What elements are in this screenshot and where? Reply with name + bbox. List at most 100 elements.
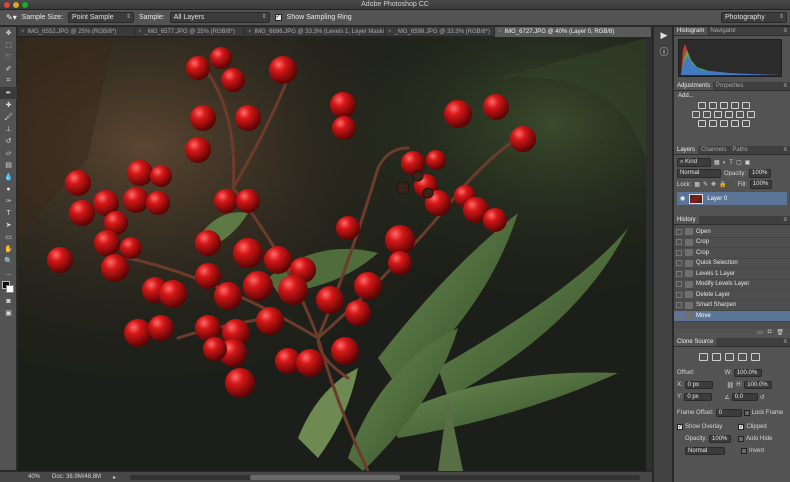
info-icon[interactable]: ⓘ [654, 43, 674, 59]
brush-tool-icon[interactable]: 🖌 [0, 111, 17, 123]
vertical-scrollbar[interactable] [646, 38, 652, 471]
zoom-level[interactable]: 40% [28, 474, 40, 480]
history-item[interactable]: Crop [674, 238, 790, 248]
blur-tool-icon[interactable]: 💧 [0, 171, 17, 183]
close-icon[interactable]: × [138, 27, 142, 37]
doc-tab[interactable]: × _MG_6599.JPG @ 33.3% (RGB/8*) [385, 27, 495, 37]
reset-transform-icon[interactable]: ↺ [760, 394, 765, 401]
tab-layers[interactable]: Layers [674, 146, 699, 154]
filter-pixel-icon[interactable]: ▦ [714, 159, 720, 166]
levels-adjustment-icon[interactable] [709, 102, 717, 109]
history-source-box[interactable] [676, 302, 682, 309]
crop-tool-icon[interactable]: ⌗ [0, 75, 17, 87]
extra-tools-icon[interactable]: … [0, 267, 17, 279]
filter-type-icon[interactable]: T [729, 160, 733, 166]
history-brush-tool-icon[interactable]: ↺ [0, 135, 17, 147]
brightness-adjustment-icon[interactable] [698, 102, 706, 109]
new-document-from-state-icon[interactable]: ▭ [757, 329, 763, 338]
history-item-selected[interactable]: Move [674, 311, 790, 322]
tab-history[interactable]: History [674, 216, 699, 224]
height-field[interactable]: 100.0% [744, 381, 773, 389]
tab-histogram[interactable]: Histogram [674, 27, 708, 35]
show-sampling-ring-checkbox[interactable]: ✓ [274, 14, 282, 21]
screen-mode-icon[interactable]: ▣ [0, 307, 17, 319]
scroll-thumb[interactable] [250, 475, 400, 480]
panel-menu-icon[interactable]: ≡ [783, 146, 787, 155]
healing-brush-tool-icon[interactable]: ✚ [0, 99, 17, 111]
layer-filter-select[interactable]: ⌕ Kind [677, 158, 711, 167]
history-source-box[interactable] [676, 281, 682, 288]
clone-source-2-icon[interactable] [712, 353, 721, 361]
lock-all-icon[interactable]: 🔒 [719, 181, 726, 188]
move-tool-icon[interactable]: ✥ [0, 27, 17, 39]
clone-source-4-icon[interactable] [738, 353, 747, 361]
zoom-tool-icon[interactable]: 🔍 [0, 255, 17, 267]
filter-smart-object-icon[interactable]: ▣ [745, 159, 751, 166]
history-source-box[interactable] [676, 239, 682, 246]
fill-field[interactable]: 100% [749, 180, 772, 189]
color-lookup-adjustment-icon[interactable] [747, 111, 755, 118]
quick-selection-tool-icon[interactable]: ✐ [0, 63, 17, 75]
lasso-tool-icon[interactable]: ➰ [0, 51, 17, 63]
show-overlay-checkbox[interactable]: ✓ [677, 424, 683, 430]
history-item[interactable]: Delete Layer [674, 290, 790, 301]
workspace-select[interactable]: Photography ⇕ [721, 12, 787, 23]
tab-paths[interactable]: Paths [729, 146, 750, 154]
clipped-checkbox[interactable]: ✓ [738, 424, 745, 430]
doc-tab[interactable]: × _MG_6577.JPG @ 25% (RGB/8*) [135, 27, 245, 37]
history-item[interactable]: Modify Levels Layer [674, 280, 790, 290]
color-balance-adjustment-icon[interactable] [703, 111, 711, 118]
exposure-adjustment-icon[interactable] [731, 102, 739, 109]
filter-shape-icon[interactable]: ▢ [736, 159, 742, 166]
invert-adjustment-icon[interactable] [698, 120, 706, 127]
sample-select[interactable]: All Layers ⇕ [169, 12, 270, 23]
panel-menu-icon[interactable]: ≡ [783, 216, 787, 225]
clone-source-5-icon[interactable] [751, 353, 760, 361]
tab-properties[interactable]: Properties [713, 82, 746, 90]
x-offset-field[interactable]: 0 px [684, 381, 713, 389]
hue-saturation-adjustment-icon[interactable] [692, 111, 700, 118]
close-icon[interactable]: × [498, 27, 502, 37]
y-offset-field[interactable]: 0 px [684, 393, 713, 401]
frame-offset-field[interactable]: 0 [715, 409, 742, 417]
status-menu-icon[interactable]: ▸ [113, 474, 116, 481]
eyedropper-tool-preset-icon[interactable]: ✎▾ [6, 13, 17, 22]
history-item[interactable]: Open [674, 227, 790, 238]
lock-position-icon[interactable]: ✥ [711, 181, 716, 188]
filter-adjustment-icon[interactable]: ◐ [723, 160, 727, 166]
black-white-adjustment-icon[interactable] [714, 111, 722, 118]
threshold-adjustment-icon[interactable] [720, 120, 728, 127]
clone-source-1-icon[interactable] [699, 353, 708, 361]
auto-hide-checkbox[interactable] [738, 436, 745, 442]
history-item[interactable]: Smart Sharpen [674, 301, 790, 311]
document-canvas[interactable] [18, 38, 646, 471]
tab-adjustments[interactable]: Adjustments [674, 82, 714, 90]
history-item[interactable]: Quick Selection [674, 259, 790, 269]
marquee-tool-icon[interactable]: ⬚ [0, 39, 17, 51]
horizontal-scrollbar[interactable] [130, 475, 640, 480]
sample-size-select[interactable]: Point Sample ⇕ [67, 12, 134, 23]
curves-adjustment-icon[interactable] [720, 102, 728, 109]
close-icon[interactable]: × [21, 27, 25, 37]
background-color-swatch[interactable] [6, 285, 14, 293]
history-source-box[interactable] [676, 249, 682, 256]
history-item[interactable]: Crop [674, 248, 790, 259]
overlay-opacity-field[interactable]: 100% [709, 435, 732, 443]
history-source-box[interactable] [676, 291, 682, 298]
selective-color-adjustment-icon[interactable] [742, 120, 750, 127]
overlay-mode-select[interactable]: Normal [685, 447, 725, 455]
type-tool-icon[interactable]: T [0, 207, 17, 219]
zoom-window-button[interactable] [22, 2, 28, 8]
quick-mask-icon[interactable]: ◙ [0, 295, 17, 307]
photo-filter-adjustment-icon[interactable] [725, 111, 733, 118]
tab-navigator[interactable]: Navigator [707, 27, 739, 35]
opacity-field[interactable]: 100% [749, 169, 772, 178]
eyedropper-tool-icon[interactable]: ✒ [0, 87, 17, 99]
gradient-map-adjustment-icon[interactable] [731, 120, 739, 127]
layer-name[interactable]: Layer 0 [707, 196, 727, 202]
tab-clone-source[interactable]: Clone Source [674, 338, 717, 346]
history-source-box[interactable] [676, 270, 682, 277]
blend-mode-select[interactable]: Normal [677, 169, 721, 178]
shape-tool-icon[interactable]: ▭ [0, 231, 17, 243]
color-swatches[interactable] [0, 279, 17, 295]
